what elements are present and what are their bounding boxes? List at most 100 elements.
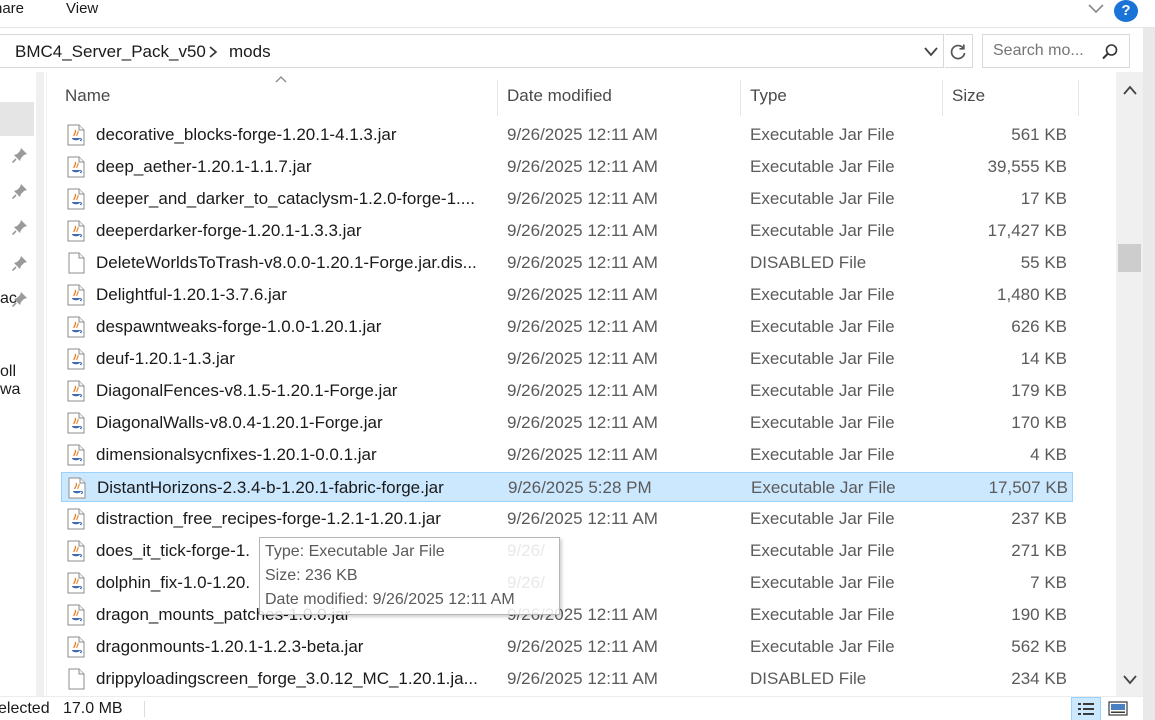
file-row[interactable]: despawntweaks-forge-1.0.0-1.20.1.jar 9/26… <box>61 312 1073 342</box>
file-date-modified: 9/26/2025 12:11 AM <box>507 253 658 272</box>
file-row[interactable]: dimensionalsycnfixes-1.20.1-0.0.1.jar 9/2… <box>61 440 1073 470</box>
nav-item-label[interactable]: oll wa <box>0 363 36 399</box>
file-size: 17,427 KB <box>987 221 1067 240</box>
column-resize-handle[interactable] <box>942 80 943 116</box>
column-header-name[interactable]: Name <box>65 86 110 112</box>
file-date-modified: 9/26/2025 12:11 AM <box>507 189 658 208</box>
file-type: Executable Jar File <box>750 157 895 176</box>
file-row[interactable]: Delightful-1.20.1-3.7.6.jar 9/26/2025 12:… <box>61 280 1073 310</box>
file-row[interactable]: DiagonalWalls-v8.0.4-1.20.1-Forge.jar 9/2… <box>61 408 1073 438</box>
file-type: Executable Jar File <box>750 541 895 560</box>
help-icon[interactable]: ? <box>1114 0 1138 22</box>
file-row[interactable]: DistantHorizons-2.3.4-b-1.20.1-fabric-fo… <box>61 472 1073 502</box>
file-row[interactable]: DiagonalFences-v8.1.5-1.20.1-Forge.jar 9/… <box>61 376 1073 406</box>
file-row[interactable]: dolphin_fix-1.0-1.20.9/26/Executable Jar… <box>61 568 1073 598</box>
scroll-up-arrow-icon[interactable] <box>1122 84 1138 96</box>
column-header-size[interactable]: Size <box>952 86 985 112</box>
file-name: drippyloadingscreen_forge_3.0.12_MC_1.20… <box>96 669 478 688</box>
file-size: 55 KB <box>1020 253 1067 272</box>
file-type: Executable Jar File <box>750 637 895 656</box>
pin-icon[interactable] <box>11 182 29 200</box>
scroll-down-arrow-icon[interactable] <box>1122 674 1138 686</box>
details-view-icon <box>1078 703 1094 715</box>
details-view-button[interactable] <box>1071 697 1101 720</box>
java-jar-icon <box>67 477 87 499</box>
file-name: dimensionalsycnfixes-1.20.1-0.0.1.jar <box>96 445 377 464</box>
file-size: 561 KB <box>1011 125 1067 144</box>
ribbon-tab-share[interactable]: hare <box>0 0 24 20</box>
file-row[interactable]: DeleteWorldsToTrash-v8.0.0-1.20.1-Forge.… <box>61 248 1073 278</box>
address-history-chevron-icon[interactable] <box>921 44 941 60</box>
java-jar-icon <box>66 156 86 178</box>
pin-icon[interactable] <box>11 290 29 308</box>
tooltip-date-modified: Date modified: 9/26/2025 12:11 AM <box>265 591 515 608</box>
file-date-modified: 9/26/2025 12:11 AM <box>507 669 658 688</box>
file-type: Executable Jar File <box>750 573 895 592</box>
file-name: deep_aether-1.20.1-1.1.7.jar <box>96 157 312 176</box>
file-size: 14 KB <box>1020 349 1067 368</box>
file-row[interactable]: dragon_mounts_patches-1.0.0.jar 9/26/2025… <box>61 600 1073 630</box>
column-header-date-modified[interactable]: Date modified <box>507 86 612 112</box>
search-box[interactable] <box>982 34 1130 68</box>
file-date-modified: 9/26/2025 12:11 AM <box>507 381 658 400</box>
pin-icon[interactable] <box>11 146 29 164</box>
pin-icon[interactable] <box>11 254 29 272</box>
column-resize-handle[interactable] <box>1078 80 1079 116</box>
file-size: 170 KB <box>1011 413 1067 432</box>
scrollbar-thumb[interactable] <box>1118 244 1141 272</box>
file-name: DistantHorizons-2.3.4-b-1.20.1-fabric-fo… <box>97 478 444 497</box>
file-type: DISABLED File <box>750 669 867 688</box>
java-jar-icon <box>66 604 86 626</box>
file-row[interactable]: deuf-1.20.1-1.3.jar 9/26/2025 12:11 AM Exe… <box>61 344 1073 374</box>
file-row[interactable]: decorative_blocks-forge-1.20.1-4.1.3.jar… <box>61 120 1073 150</box>
file-row[interactable]: does_it_tick-forge-1.9/26/Executable Jar… <box>61 536 1073 566</box>
file-row[interactable]: dragonmounts-1.20.1-1.2.3-beta.jar 9/26/2… <box>61 632 1073 662</box>
large-icons-view-button[interactable] <box>1104 697 1134 720</box>
column-resize-handle[interactable] <box>497 80 498 116</box>
file-name: DiagonalWalls-v8.0.4-1.20.1-Forge.jar <box>96 413 383 432</box>
file-type: Executable Jar File <box>750 445 895 464</box>
large-icons-view-icon <box>1108 701 1128 716</box>
search-icon[interactable] <box>1101 43 1119 61</box>
file-size: 237 KB <box>1011 509 1067 528</box>
nav-pane-scrollbar[interactable] <box>36 72 44 696</box>
file-row[interactable]: distraction_free_recipes-forge-1.2.1-1.2… <box>61 504 1073 534</box>
file-size: 17 KB <box>1020 189 1067 208</box>
file-row[interactable]: drippyloadingscreen_forge_3.0.12_MC_1.20… <box>61 664 1073 694</box>
column-resize-handle[interactable] <box>740 80 741 116</box>
breadcrumb-chevron-icon[interactable] <box>206 44 220 60</box>
file-size: 17,507 KB <box>988 478 1068 497</box>
tooltip-type: Type: Executable Jar File <box>265 543 445 560</box>
file-type: DISABLED File <box>750 253 867 272</box>
file-name: deuf-1.20.1-1.3.jar <box>96 349 235 368</box>
minimize-ribbon-chevron-icon[interactable] <box>1086 1 1106 17</box>
java-jar-icon <box>66 316 86 338</box>
file-row[interactable]: deeperdarker-forge-1.20.1-1.3.3.jar 9/26/… <box>61 216 1073 246</box>
address-bar[interactable]: BMC4_Server_Pack_v50 mods <box>0 34 944 68</box>
file-row[interactable]: deep_aether-1.20.1-1.1.7.jar 9/26/2025 12… <box>61 152 1073 182</box>
file-size: 190 KB <box>1011 605 1067 624</box>
column-header-type[interactable]: Type <box>750 86 787 112</box>
java-jar-icon <box>66 412 86 434</box>
refresh-button[interactable] <box>945 34 973 68</box>
breadcrumb-mods[interactable]: mods <box>229 42 271 62</box>
file-list-scrollbar[interactable] <box>1116 72 1143 696</box>
file-row[interactable]: deeper_and_darker_to_cataclysm-1.2.0-for… <box>61 184 1073 214</box>
java-jar-icon <box>66 380 86 402</box>
search-input[interactable] <box>993 42 1099 60</box>
pin-icon[interactable] <box>11 218 29 236</box>
file-type: Executable Jar File <box>750 189 895 208</box>
sort-ascending-icon <box>275 76 287 83</box>
file-date-modified: 9/26/2025 12:11 AM <box>507 125 658 144</box>
file-name: decorative_blocks-forge-1.20.1-4.1.3.jar <box>96 125 397 144</box>
file-date-modified: 9/26/2025 12:11 AM <box>507 413 658 432</box>
nav-item-selected[interactable] <box>0 102 34 136</box>
java-jar-icon <box>66 188 86 210</box>
file-list: Name Date modified Type Size decorative_… <box>47 72 1116 696</box>
file-date-modified: 9/26/2025 12:11 AM <box>507 349 658 368</box>
java-jar-icon <box>66 636 86 658</box>
ribbon-tab-view[interactable]: View <box>66 0 98 20</box>
breadcrumb-server-pack[interactable]: BMC4_Server_Pack_v50 <box>15 42 206 62</box>
file-type: Executable Jar File <box>750 605 895 624</box>
status-divider <box>144 701 145 717</box>
